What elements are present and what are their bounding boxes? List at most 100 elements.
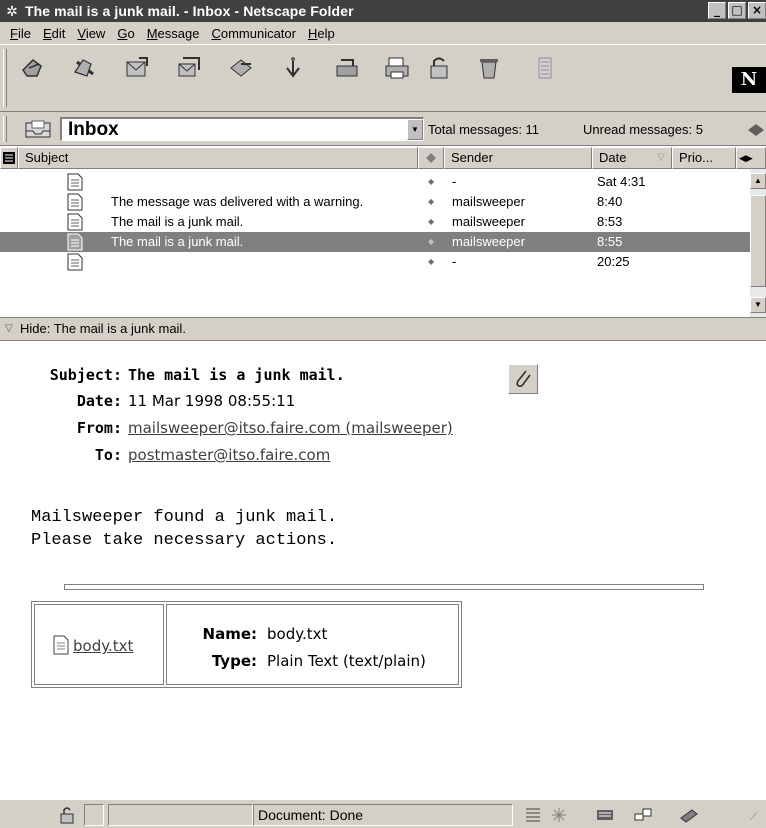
netscape-app-icon[interactable]: ✲ xyxy=(3,3,21,19)
date-label: Date: xyxy=(76,392,122,410)
chevron-down-icon[interactable]: ▼ xyxy=(407,119,423,140)
minimize-button[interactable]: _ xyxy=(708,2,726,19)
folderbar-grip[interactable] xyxy=(3,116,7,142)
maximize-button[interactable]: □ xyxy=(728,2,746,19)
read-status-icon[interactable]: ◆ xyxy=(428,212,434,232)
read-status-icon[interactable]: ◆ xyxy=(428,252,434,272)
read-status-icon[interactable]: ◆ xyxy=(428,232,434,252)
menu-message[interactable]: Message xyxy=(141,26,206,41)
from-link[interactable]: mailsweeper@itso.faire.com (mailsweeper) xyxy=(128,419,453,437)
subject-label: Subject: xyxy=(49,366,122,384)
message-row[interactable]: The mail is a junk mail. ◆ mailsweeper 8:55 xyxy=(0,232,750,252)
to-link[interactable]: postmaster@itso.faire.com xyxy=(128,446,330,464)
attachment-type-value: Plain Text (text/plain) xyxy=(267,652,426,670)
menu-file[interactable]: File xyxy=(4,26,37,41)
next-button[interactable] xyxy=(328,49,366,87)
attachment-name-value: body.txt xyxy=(267,625,328,643)
security-button[interactable] xyxy=(420,49,458,87)
message-subject: The message was delivered with a warning… xyxy=(111,194,364,209)
menu-edit[interactable]: Edit xyxy=(37,26,71,41)
sort-descending-icon: ▽ xyxy=(657,152,665,163)
netscape-logo[interactable]: N xyxy=(732,67,766,93)
menu-label-rest: iew xyxy=(85,25,106,41)
delete-button[interactable] xyxy=(470,49,508,87)
status-panel-small xyxy=(84,804,104,826)
column-subject[interactable]: Subject xyxy=(18,147,418,169)
from-label: From: xyxy=(76,419,122,437)
text-file-icon[interactable] xyxy=(51,635,71,655)
message-pane: Subject: The mail is a junk mail. Date: … xyxy=(0,341,766,799)
security-lock-icon[interactable] xyxy=(56,806,78,824)
attachment-button[interactable] xyxy=(508,364,538,394)
message-icon xyxy=(67,173,83,191)
menu-label-rest: o xyxy=(127,25,135,41)
newsgroups-icon[interactable] xyxy=(594,806,616,824)
folder-select[interactable]: Inbox ▼ xyxy=(60,117,424,141)
scroll-down-button[interactable]: ▼ xyxy=(750,297,766,313)
column-scroll-buttons[interactable]: ◀▶ xyxy=(736,147,766,169)
column-sender[interactable]: Sender xyxy=(444,147,592,169)
file-button[interactable] xyxy=(274,49,312,87)
toolbar-grip[interactable] xyxy=(3,49,7,107)
menu-go[interactable]: Go xyxy=(111,26,140,41)
collapse-icon[interactable] xyxy=(746,122,766,138)
resize-grip-icon[interactable]: ⟋ xyxy=(750,812,764,826)
message-row[interactable]: The mail is a junk mail. ◆ mailsweeper 8:53 xyxy=(0,212,750,232)
navigation-toolbar: N xyxy=(0,44,766,112)
reply-button[interactable] xyxy=(118,49,156,87)
attachment-details-cell: Name: body.txt Type: Plain Text (text/pl… xyxy=(166,604,459,685)
print-button[interactable] xyxy=(378,49,416,87)
navigator-icon[interactable] xyxy=(522,806,544,824)
hide-message-label: Hide: The mail is a junk mail. xyxy=(20,321,186,336)
scroll-thumb[interactable] xyxy=(750,195,766,287)
read-status-icon[interactable]: ◆ xyxy=(428,172,434,192)
menu-mnemonic: M xyxy=(146,25,158,41)
message-list: Subject Sender Date ▽ Prio... ◀▶ ◆ - Sat 4… xyxy=(0,147,766,317)
address-book-icon[interactable] xyxy=(632,806,654,824)
menu-mnemonic: H xyxy=(307,25,318,41)
message-icon xyxy=(67,253,83,271)
composer-icon[interactable] xyxy=(678,806,700,824)
get-msg-button[interactable] xyxy=(14,49,52,87)
reply-icon xyxy=(126,57,148,77)
message-row[interactable]: ◆ - 20:25 xyxy=(0,252,750,272)
attachment-link[interactable]: body.txt xyxy=(73,637,133,655)
to-label: To: xyxy=(94,446,122,464)
attachment-name-label: Name: xyxy=(202,625,257,643)
menu-communicator[interactable]: Communicator xyxy=(205,26,302,41)
vertical-scrollbar[interactable]: ▲ ▼ xyxy=(750,169,766,317)
scroll-up-button[interactable]: ▲ xyxy=(750,173,766,189)
menu-help[interactable]: Help xyxy=(302,26,341,41)
new-msg-button[interactable] xyxy=(66,49,104,87)
message-row[interactable]: The message was delivered with a warning… xyxy=(0,192,750,212)
message-row[interactable]: ◆ - Sat 4:31 xyxy=(0,172,750,192)
reply-all-button[interactable] xyxy=(170,49,208,87)
message-icon xyxy=(67,193,83,211)
print-icon xyxy=(385,57,409,79)
menu-label-rest: essage xyxy=(157,25,200,41)
column-date[interactable]: Date ▽ xyxy=(592,147,672,169)
message-icon xyxy=(67,213,83,231)
date-value: 11 Mar 1998 08:55:11 xyxy=(128,392,296,410)
mail-icon[interactable] xyxy=(548,806,570,824)
read-status-icon[interactable]: ◆ xyxy=(428,192,434,212)
forward-button[interactable] xyxy=(222,49,260,87)
menu-view[interactable]: View xyxy=(71,26,111,41)
attachment-box: body.txt Name: body.txt Type: Plain Text… xyxy=(31,601,462,688)
stop-icon xyxy=(538,57,552,79)
column-read-status[interactable] xyxy=(418,147,444,169)
column-priority[interactable]: Prio... xyxy=(672,147,736,169)
triangle-down-icon[interactable]: ▽ xyxy=(5,318,13,340)
column-picker-button[interactable] xyxy=(0,147,18,169)
horizontal-rule xyxy=(64,584,704,590)
status-panel-progress xyxy=(108,804,253,826)
stop-button[interactable] xyxy=(526,49,564,87)
list-header: Subject Sender Date ▽ Prio... ◀▶ xyxy=(0,147,766,169)
message-subject: The mail is a junk mail. xyxy=(111,214,244,229)
close-button[interactable]: × xyxy=(748,2,766,19)
hide-message-bar[interactable]: ▽ Hide: The mail is a junk mail. xyxy=(0,317,766,341)
new-msg-icon xyxy=(74,59,94,77)
title-bar: ✲ The mail is a junk mail. - Inbox - Net… xyxy=(0,0,766,22)
message-date: 8:55 xyxy=(597,234,623,249)
message-date: 8:40 xyxy=(597,194,623,209)
